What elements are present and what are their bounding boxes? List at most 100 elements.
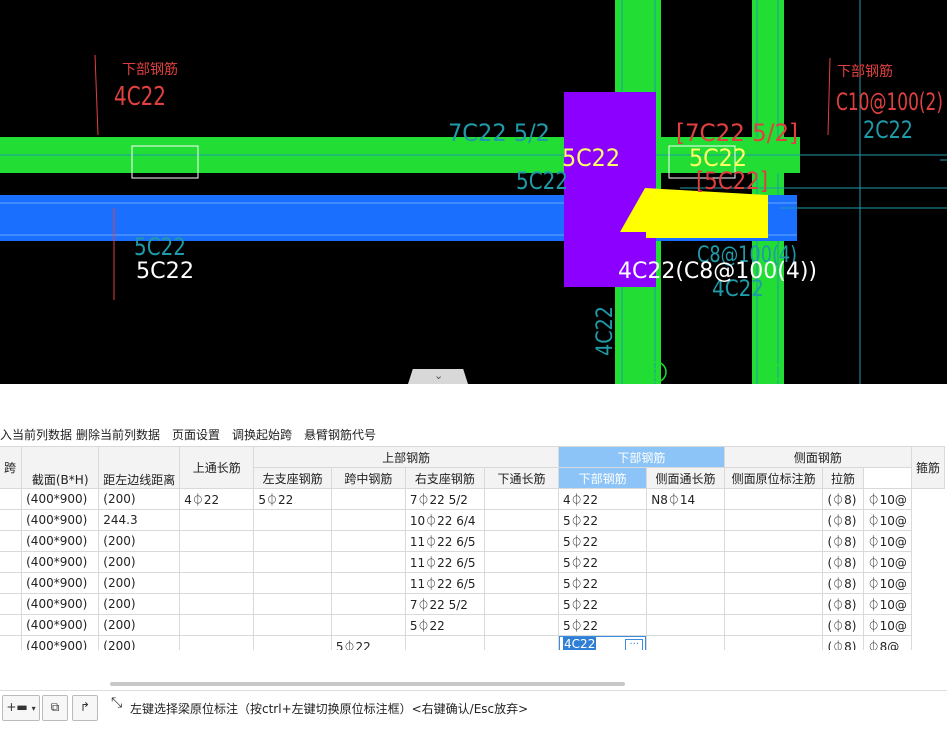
cell-bottom-rebar[interactable]: 5⏀22 [558, 551, 648, 573]
cell-offset[interactable]: (200) [98, 572, 181, 594]
curve-tool-button[interactable]: ↱ [72, 695, 98, 721]
cell-left-support[interactable]: 5⏀22 [253, 488, 332, 510]
cell-bottom-rebar[interactable]: 5⏀22 [558, 614, 648, 636]
cell-tie[interactable]: (⏀8) [822, 593, 864, 615]
ellipsis-icon[interactable]: ··· [625, 639, 644, 650]
beam-rebar-table[interactable]: 跨 截面(B*H) 距左边线距离 上通长筋 上部钢筋 下部钢筋 侧面钢筋 箍筋 … [0, 446, 947, 650]
cell-left-support[interactable] [253, 509, 332, 531]
cell-side-through[interactable] [646, 593, 725, 615]
page-settings-menu[interactable]: 页面设置 [172, 426, 220, 443]
row-header-cell[interactable] [0, 488, 23, 510]
row-header-cell[interactable] [0, 593, 23, 615]
col-header-right-support[interactable]: 右支座钢筋 [404, 467, 486, 489]
table-row[interactable]: (400*900) (200) 5⏀22 5⏀22 (⏀8) ⏀10@ [0, 614, 945, 636]
col-header-offset[interactable]: 距左边线距离 [98, 446, 181, 489]
cell-mid-span[interactable] [330, 530, 406, 552]
cell-stirrup[interactable]: ⏀10@ [862, 614, 912, 636]
col-header-section[interactable]: 截面(B*H) [21, 446, 100, 489]
col-header-left-support[interactable]: 左支座钢筋 [253, 467, 332, 489]
cad-canvas[interactable]: 下部钢筋 4C22 下部钢筋 C10@100(2) 2C22 7C22 5/2 … [0, 0, 947, 384]
cell-bottom-rebar[interactable]: 5⏀22 [558, 572, 648, 594]
cell-side-through[interactable]: N8⏀14 [646, 488, 725, 510]
cell-right-support[interactable]: 7⏀22 5/2 [404, 593, 486, 615]
row-header-cell[interactable] [0, 509, 23, 531]
cell-left-support[interactable] [253, 551, 332, 573]
cell-mid-span[interactable] [330, 551, 406, 573]
window-tool-button[interactable]: ⧉ [42, 695, 68, 721]
cell-bottom-through[interactable] [484, 635, 560, 650]
cell-offset[interactable]: (200) [98, 488, 181, 510]
cell-top-through[interactable] [179, 530, 255, 552]
col-header-side-original[interactable]: 侧面原位标注筋 [723, 467, 824, 489]
cell-bottom-through[interactable] [484, 572, 560, 594]
cell-stirrup[interactable]: ⏀10@ [862, 488, 912, 510]
cell-bottom-through[interactable] [484, 530, 560, 552]
cell-offset[interactable]: (200) [98, 635, 181, 650]
col-header-side-through[interactable]: 侧面通长筋 [646, 467, 725, 489]
cell-tie[interactable]: (⏀8) [822, 551, 864, 573]
table-row[interactable]: (400*900) (200) 4⏀22 5⏀22 7⏀22 5/2 4⏀22 N8⏀14(… [0, 488, 945, 510]
cell-side-through[interactable] [646, 551, 725, 573]
cell-bottom-rebar[interactable]: 5⏀22 [558, 530, 648, 552]
cell-side-original[interactable] [723, 551, 824, 573]
cell-bottom-through[interactable] [484, 488, 560, 510]
cell-right-support[interactable]: 11⏀22 6/5 [404, 572, 486, 594]
table-row[interactable]: (400*900) (200) 7⏀22 5/2 5⏀22 (⏀8) ⏀10@ [0, 593, 945, 615]
cell-offset[interactable]: (200) [98, 530, 181, 552]
table-row[interactable]: (400*900) (200) 11⏀22 6/5 5⏀22 (⏀8) ⏀10@ [0, 572, 945, 594]
cell-top-through[interactable]: 4⏀22 [179, 488, 255, 510]
cell-right-support[interactable]: 10⏀22 6/4 [404, 509, 486, 531]
cell-side-original[interactable] [723, 509, 824, 531]
cell-stirrup[interactable]: ⏀10@ [862, 551, 912, 573]
cell-tie[interactable]: (⏀8) [822, 488, 864, 510]
col-header-mid-span[interactable]: 跨中钢筋 [330, 467, 406, 489]
cell-left-support[interactable] [253, 614, 332, 636]
cell-mid-span[interactable] [330, 509, 406, 531]
row-header-cell[interactable] [0, 572, 23, 594]
table-row[interactable]: (400*900) 244.3 10⏀22 6/4 5⏀22 (⏀8) ⏀10@ [0, 509, 945, 531]
cell-section[interactable]: (400*900) [21, 551, 100, 573]
cell-side-original[interactable] [723, 593, 824, 615]
group-header-top-rebar[interactable]: 上部钢筋 [253, 446, 560, 468]
cell-tie[interactable]: (⏀8) [822, 614, 864, 636]
cell-side-original[interactable] [723, 572, 824, 594]
cell-mid-span[interactable] [330, 488, 406, 510]
cell-bottom-rebar[interactable]: 5⏀22 [558, 509, 648, 531]
cell-mid-span[interactable] [330, 593, 406, 615]
cell-mid-span[interactable] [330, 572, 406, 594]
cell-side-through[interactable] [646, 530, 725, 552]
col-header-span[interactable]: 跨 [0, 446, 23, 489]
col-header-bottom-through[interactable]: 下通长筋 [484, 467, 560, 489]
cell-right-support[interactable]: 5⏀22 [404, 614, 486, 636]
horizontal-scrollbar[interactable] [110, 682, 625, 686]
cell-side-through[interactable] [646, 614, 725, 636]
collapse-panel-button[interactable]: ⌄ [408, 369, 468, 384]
cell-section[interactable]: (400*900) [21, 593, 100, 615]
cell-bottom-rebar-editing[interactable]: 4C22 ··· [558, 635, 648, 650]
cell-tie[interactable]: (⏀8) [822, 572, 864, 594]
cell-stirrup[interactable]: ⏀8@ [862, 635, 912, 650]
cell-bottom-through[interactable] [484, 614, 560, 636]
cell-stirrup[interactable]: ⏀10@ [862, 530, 912, 552]
cell-top-through[interactable] [179, 572, 255, 594]
group-header-bottom-rebar[interactable]: 下部钢筋 [558, 446, 725, 468]
cell-tie[interactable]: (⏀8) [822, 530, 864, 552]
cell-side-original[interactable] [723, 635, 824, 650]
cell-offset[interactable]: 244.3 [98, 509, 181, 531]
cell-side-original[interactable] [723, 488, 824, 510]
cell-mid-span[interactable]: 5⏀22 [330, 635, 406, 650]
insert-tool-button[interactable]: +▬ ▾ [2, 695, 40, 721]
cell-side-through[interactable] [646, 572, 725, 594]
cell-left-support[interactable] [253, 593, 332, 615]
cell-section[interactable]: (400*900) [21, 530, 100, 552]
row-header-cell[interactable] [0, 551, 23, 573]
cell-bottom-rebar[interactable]: 5⏀22 [558, 593, 648, 615]
cell-offset[interactable]: (200) [98, 551, 181, 573]
cell-section[interactable]: (400*900) [21, 488, 100, 510]
cell-top-through[interactable] [179, 551, 255, 573]
cell-stirrup[interactable]: ⏀10@ [862, 509, 912, 531]
cell-section[interactable]: (400*900) [21, 635, 100, 650]
bottom-rebar-edit-input[interactable]: 4C22 ··· [559, 636, 646, 650]
cell-tie[interactable]: (⏀8) [822, 635, 864, 650]
col-header-bottom-rebar[interactable]: 下部钢筋 [558, 467, 648, 489]
